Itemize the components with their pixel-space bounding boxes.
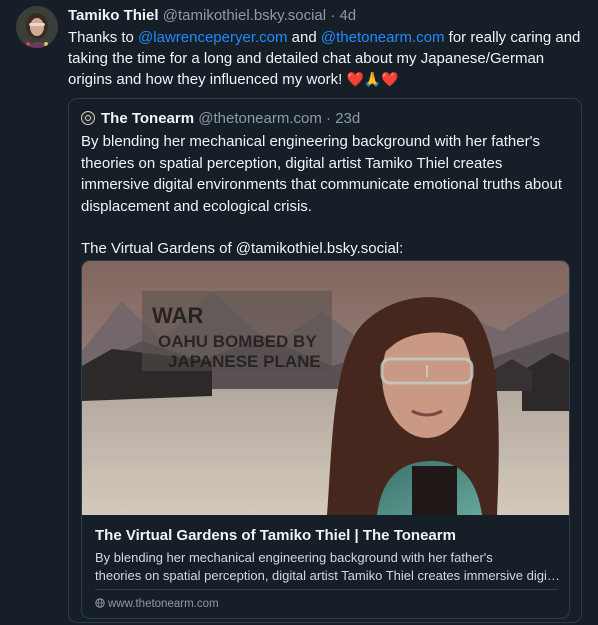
link-card-divider <box>95 589 558 590</box>
quoted-post[interactable]: The Tonearm @thetonearm.com · 23d By ble… <box>68 98 582 623</box>
link-card-image[interactable]: WAR OAHU BOMBED BY JAPANESE PLANE <box>82 261 569 515</box>
author-avatar[interactable] <box>16 6 58 48</box>
link-card-description-line: theories on spatial perception, digital … <box>95 567 560 583</box>
quoted-post-header: The Tonearm @thetonearm.com · 23d <box>81 109 360 129</box>
post-text-part: Thanks to <box>68 29 139 46</box>
link-card-domain-text[interactable]: www.thetonearm.com <box>108 598 219 610</box>
quoted-paragraph: The Virtual Gardens of @tamikothiel.bsky… <box>81 240 404 257</box>
post-age[interactable]: 4d <box>339 7 356 24</box>
post-text-part: and <box>287 29 321 46</box>
post[interactable]: Tamiko Thiel @tamikothiel.bsky.social · … <box>0 0 598 625</box>
link-card-title[interactable]: The Virtual Gardens of Tamiko Thiel | Th… <box>95 526 456 546</box>
link-card[interactable]: WAR OAHU BOMBED BY JAPANESE PLANE The Vi… <box>81 260 570 619</box>
heart-pray-emoji: ❤️🙏❤️ <box>346 71 399 87</box>
quoted-author-name[interactable]: The Tonearm <box>101 110 194 127</box>
post-header: Tamiko Thiel @tamikothiel.bsky.social · … <box>68 6 356 26</box>
mention-link[interactable]: @thetonearm.com <box>321 29 445 46</box>
quoted-post-text: By blending her mechanical engineering b… <box>81 131 571 260</box>
quoted-author-handle[interactable]: @thetonearm.com <box>198 110 322 127</box>
globe-icon <box>95 598 105 608</box>
quoted-post-age[interactable]: 23d <box>335 110 360 127</box>
author-name[interactable]: Tamiko Thiel <box>68 7 159 24</box>
quoted-author-avatar[interactable] <box>81 111 95 125</box>
separator-dot: · <box>326 110 332 127</box>
quoted-paragraph: By blending her mechanical engineering b… <box>81 133 563 215</box>
link-card-description: By blending her mechanical engineering b… <box>95 549 560 584</box>
mention-link[interactable]: @lawrenceperyer.com <box>138 29 287 46</box>
post-text: Thanks to @lawrenceperyer.com and @theto… <box>68 28 588 91</box>
author-handle[interactable]: @tamikothiel.bsky.social <box>163 7 326 24</box>
link-card-domain[interactable]: www.thetonearm.com <box>95 597 219 611</box>
separator-dot: · <box>330 7 336 24</box>
link-card-description-line: By blending her mechanical engineering b… <box>95 550 493 565</box>
